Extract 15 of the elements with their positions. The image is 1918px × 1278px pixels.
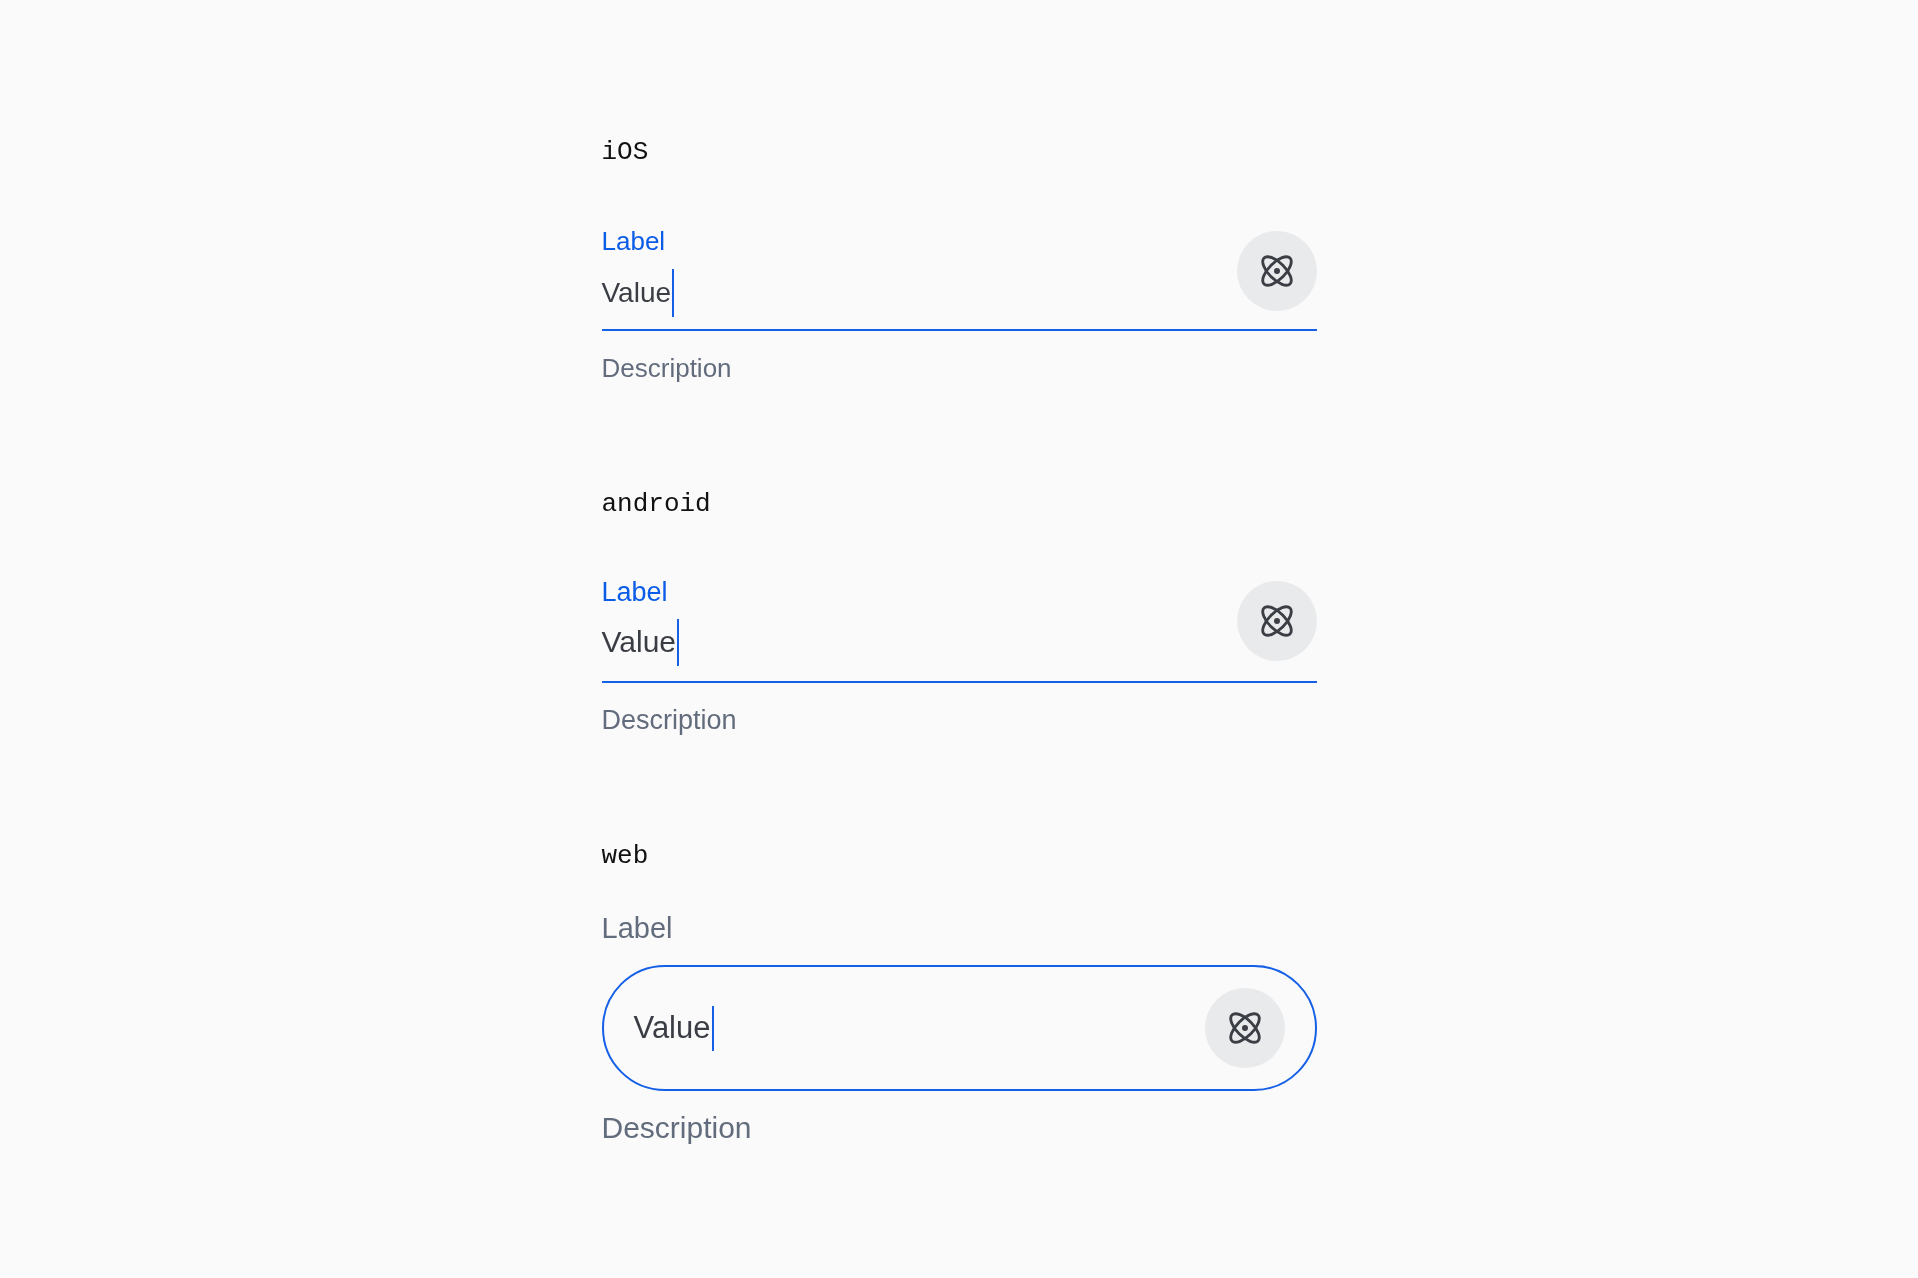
text-field[interactable]: Label Value bbox=[601, 576, 1317, 683]
field-label: Label bbox=[601, 576, 668, 608]
platform-heading: web bbox=[601, 840, 649, 872]
text-field[interactable]: Label Value bbox=[601, 225, 1317, 331]
field-label: Label bbox=[601, 225, 666, 257]
platform-heading: iOS bbox=[601, 136, 649, 168]
field-description: Description bbox=[601, 1110, 752, 1146]
field-value: Value bbox=[601, 276, 672, 310]
field-value: Value bbox=[633, 1009, 711, 1047]
field-label: Label bbox=[601, 912, 673, 944]
field-value: Value bbox=[601, 624, 676, 660]
input-field[interactable]: Value bbox=[601, 965, 1317, 1091]
field-description: Description bbox=[601, 352, 732, 384]
field-description: Description bbox=[601, 704, 737, 736]
platform-heading: android bbox=[601, 488, 711, 520]
